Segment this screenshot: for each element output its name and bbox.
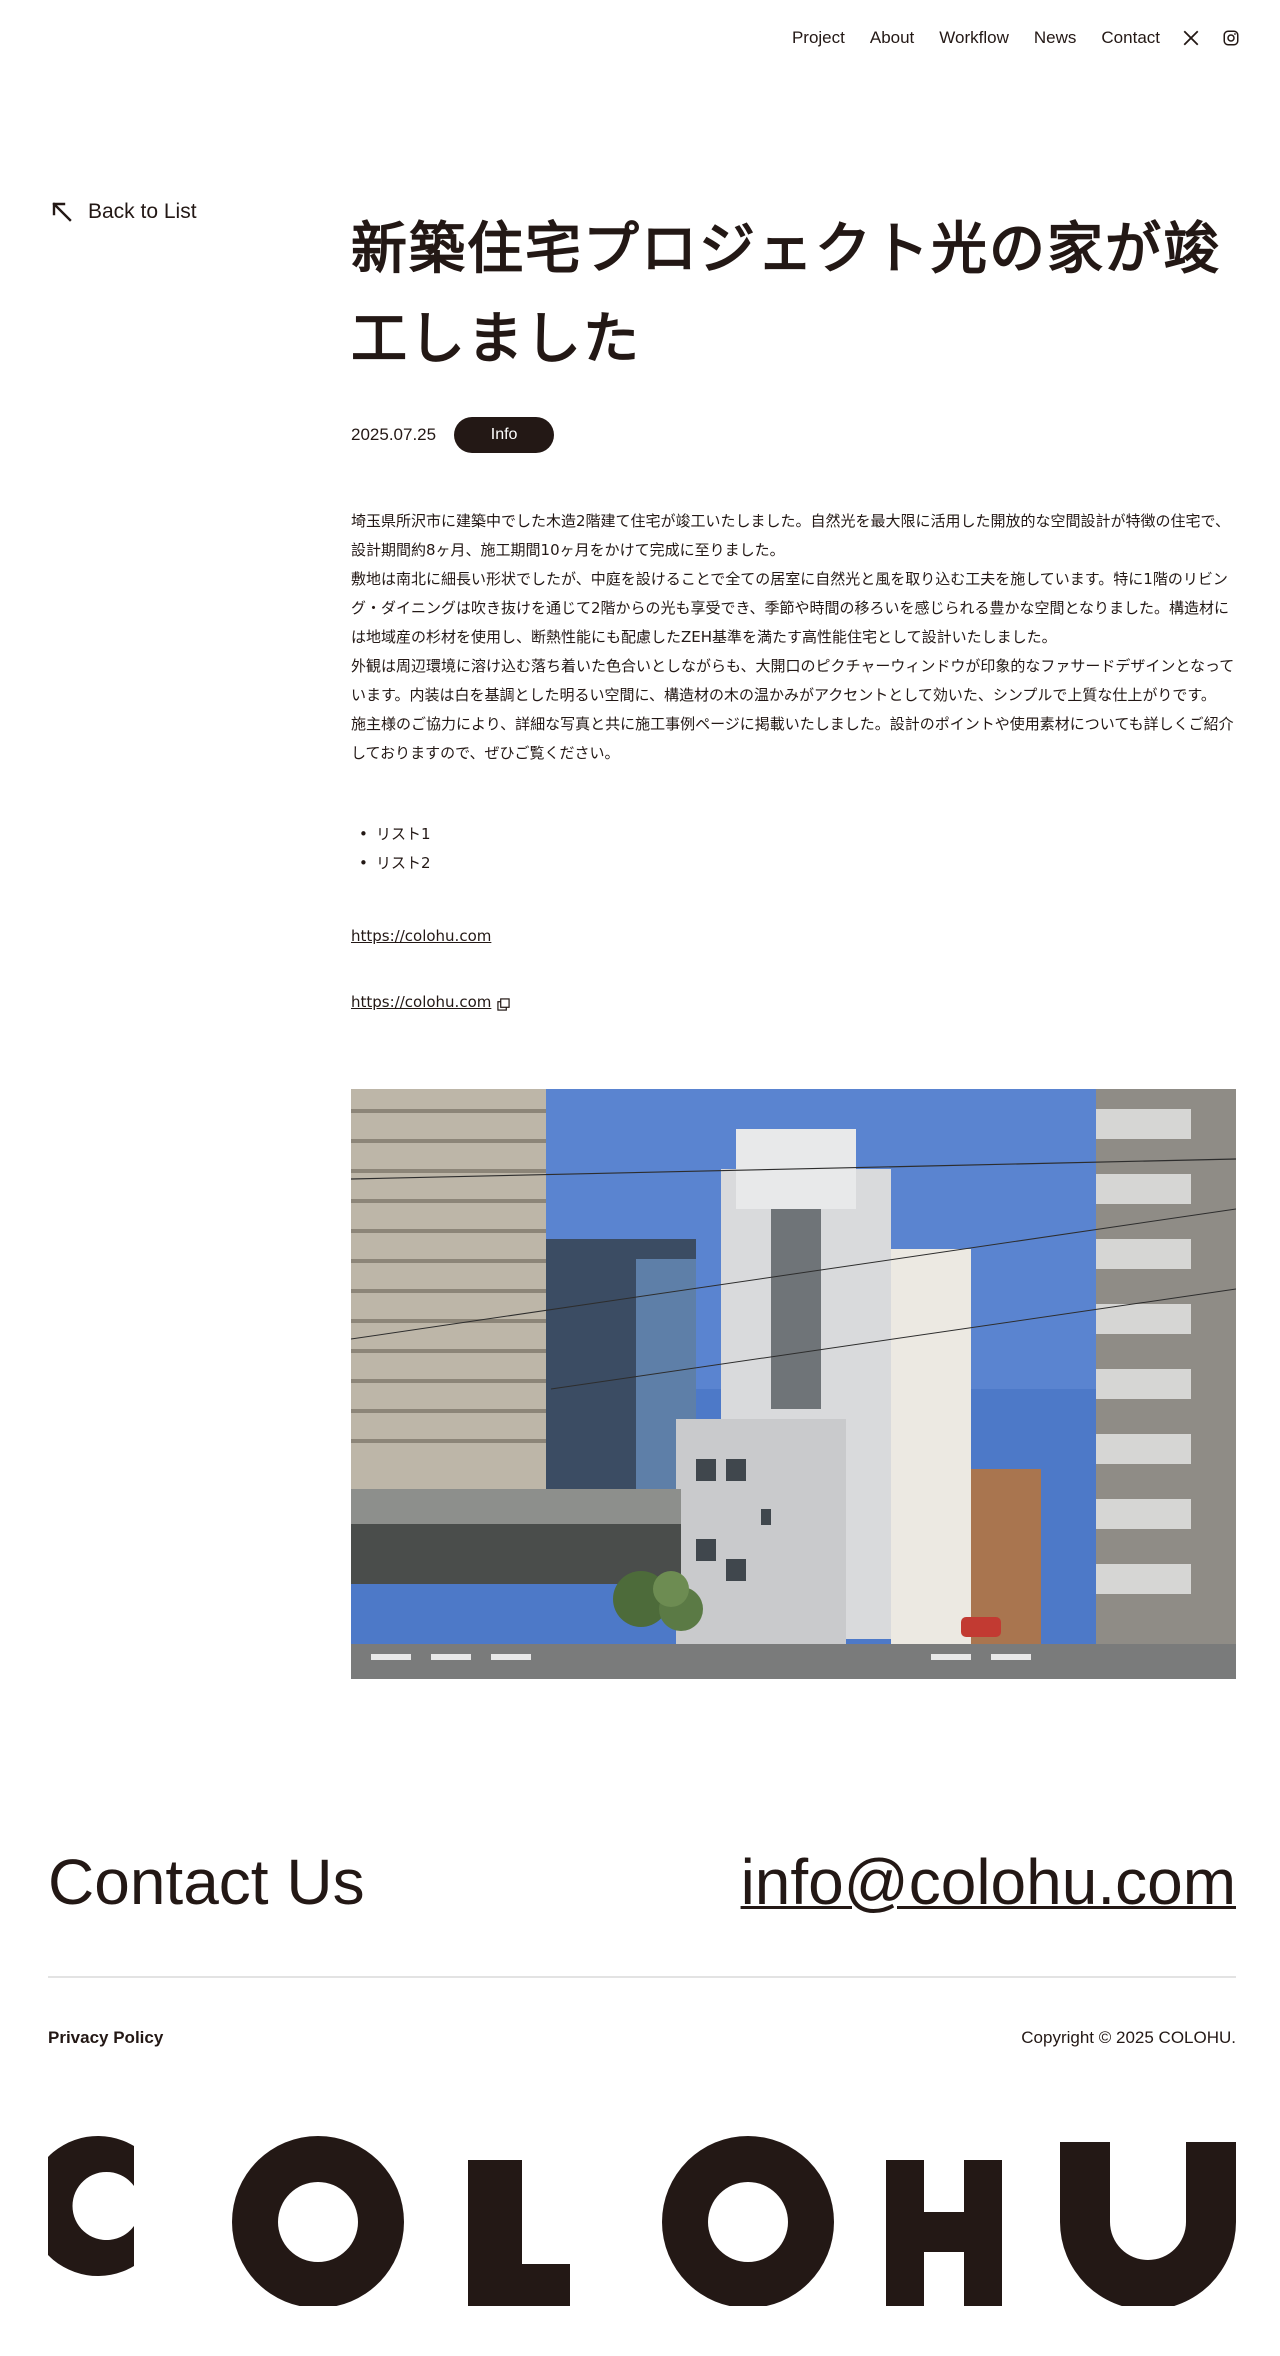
back-to-list-link[interactable]: Back to List (50, 200, 197, 224)
privacy-policy-link[interactable]: Privacy Policy (48, 2028, 163, 2048)
article-title: 新築住宅プロジェクト光の家が竣工しました (351, 217, 1221, 372)
contact-email-link[interactable]: info@colohu.com (741, 1845, 1236, 1919)
paragraph: 施主様のご協力により、詳細な写真と共に施工事例ページに掲載いたしました。設計のポ… (351, 715, 1234, 762)
arrow-up-left-icon (50, 200, 74, 224)
global-nav: Project About Workflow News Contact (767, 28, 1240, 48)
building-photo (351, 1089, 1236, 1679)
list-item: リスト2 (351, 849, 1236, 878)
nav-project[interactable]: Project (792, 28, 845, 48)
contact-heading: Contact Us (48, 1846, 365, 1918)
external-link-icon (497, 996, 511, 1011)
instagram-icon[interactable] (1222, 29, 1240, 47)
back-to-list-label: Back to List (88, 200, 197, 223)
list-item: リスト1 (351, 820, 1236, 849)
x-icon[interactable] (1182, 29, 1200, 47)
article-meta: 2025.07.25 Info (351, 417, 1236, 453)
footer-divider (48, 1976, 1236, 1978)
copyright-text: Copyright © 2025 COLOHU. (1021, 2028, 1236, 2047)
bullet-list: リスト1 リスト2 (351, 820, 1236, 878)
nav-news[interactable]: News (1034, 28, 1077, 48)
article-body: 埼玉県所沢市に建築中でした木造2階建て住宅が竣工いたしました。自然光を最大限に活… (351, 507, 1236, 768)
paragraph: 外観は周辺環境に溶け込む落ち着いた色合いとしながらも、大開口のピクチャーウィンド… (351, 657, 1235, 704)
external-article-link[interactable]: https://colohu.com (351, 993, 491, 1011)
nav-workflow[interactable]: Workflow (939, 28, 1009, 48)
paragraph: 敷地は南北に細長い形状でしたが、中庭を設けることで全ての居室に自然光と風を取り込… (351, 570, 1230, 646)
article-link[interactable]: https://colohu.com (351, 927, 491, 945)
article-date: 2025.07.25 (351, 425, 437, 444)
nav-about[interactable]: About (870, 28, 914, 48)
news-article: 新築住宅プロジェクト光の家が竣工しました 2025.07.25 Info 埼玉県… (351, 205, 1236, 1011)
category-badge[interactable]: Info (454, 417, 555, 453)
nav-contact[interactable]: Contact (1101, 28, 1160, 48)
paragraph: 埼玉県所沢市に建築中でした木造2階建て住宅が竣工いたしました。自然光を最大限に活… (351, 512, 1230, 559)
colohu-logo (27, 2130, 1236, 2310)
